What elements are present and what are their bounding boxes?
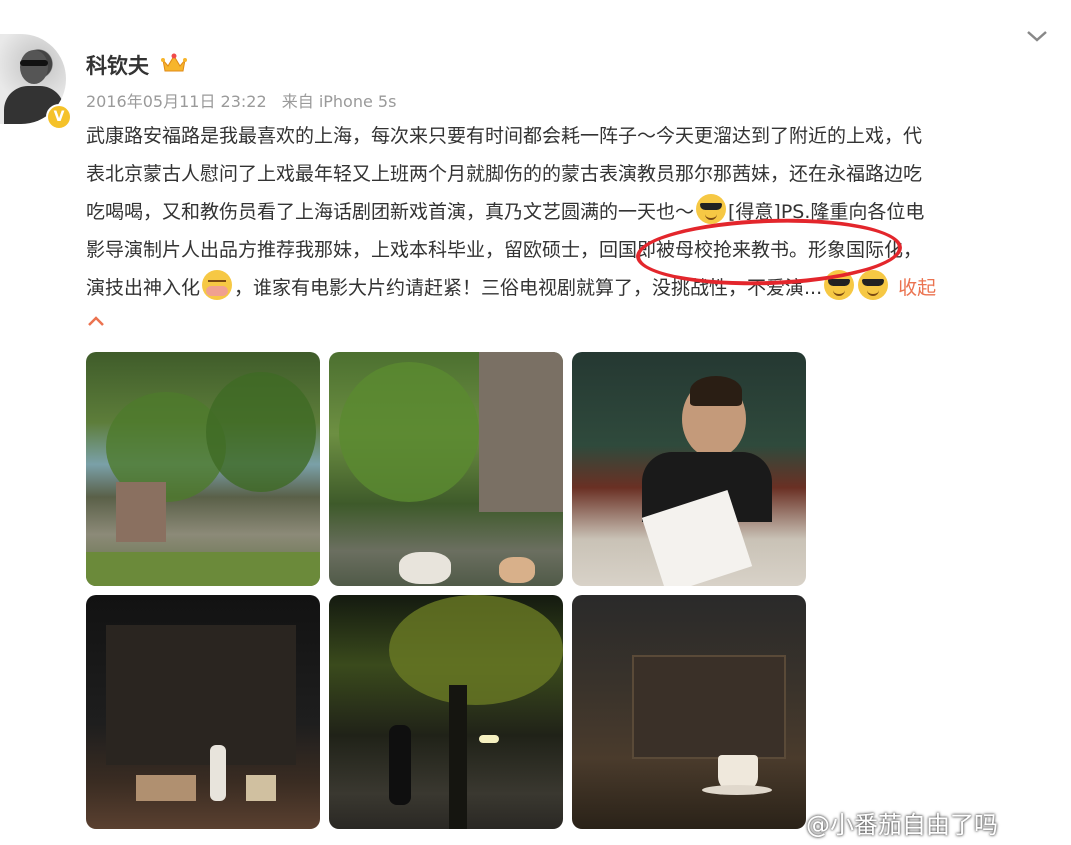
username[interactable]: 科钦夫 <box>86 50 149 80</box>
cafe-window-coffee-photo[interactable] <box>572 595 806 829</box>
caret-up-icon[interactable] <box>86 314 106 328</box>
post-line-5-a: 演技出神入化 <box>86 277 201 299</box>
cool-emoji-icon <box>858 270 889 300</box>
street-trees-photo[interactable] <box>86 352 320 586</box>
post-line-1: 武康路安福路是我最喜欢的上海，每次来只要有时间都会耗一阵子～今天更溜达到了附近的… <box>86 125 923 147</box>
chevron-down-icon[interactable] <box>1024 26 1050 46</box>
post-source: 来自 iPhone 5s <box>281 92 397 111</box>
post-line-4: 影导演制片人出品方推荐我那妹，上戏本科毕业，留欧硕士，回国即被母校抢来教书。形象… <box>86 239 923 261</box>
post-line-3: 吃喝喝，又和教伤员看了上海话剧团新戏首演，真乃文艺圆满的一天也～ [得意]PS.隆… <box>86 193 1046 231</box>
cats-under-tree-photo[interactable] <box>329 352 563 586</box>
woman-reading-papers-photo[interactable] <box>572 352 806 586</box>
watermark: @小番茄自由了吗 <box>806 811 998 839</box>
verified-badge-icon: V <box>46 104 72 130</box>
night-street-photo[interactable] <box>329 595 563 829</box>
stage-performance-photo[interactable] <box>86 595 320 829</box>
cool-emoji-icon <box>696 194 727 224</box>
post-line-3-text: 吃喝喝，又和教伤员看了上海话剧团新戏首演，真乃文艺圆满的一天也～ <box>86 201 695 223</box>
post-date: 2016年05月11日 23:22 <box>86 92 267 111</box>
post-text: 武康路安福路是我最喜欢的上海，每次来只要有时间都会耗一阵子～今天更溜达到了附近的… <box>86 117 1046 307</box>
post-line-5: 演技出神入化 ，谁家有电影大片约请赶紧！三俗电视剧就算了，没挑战性，不爱演... 收… <box>86 269 1046 307</box>
avatar-face <box>20 50 48 84</box>
shy-emoji-icon <box>202 270 233 300</box>
avatar-glasses <box>20 60 48 66</box>
collapse-link[interactable]: 收起 <box>898 277 936 299</box>
post-line-2: 表北京蒙古人慰问了上戏最年轻又上班两个月就脚伤的的蒙古表演教员那尔那茜妹，还在永… <box>86 163 923 185</box>
post-meta: 2016年05月11日 23:22 来自 iPhone 5s <box>86 88 406 112</box>
crown-icon <box>161 53 187 72</box>
